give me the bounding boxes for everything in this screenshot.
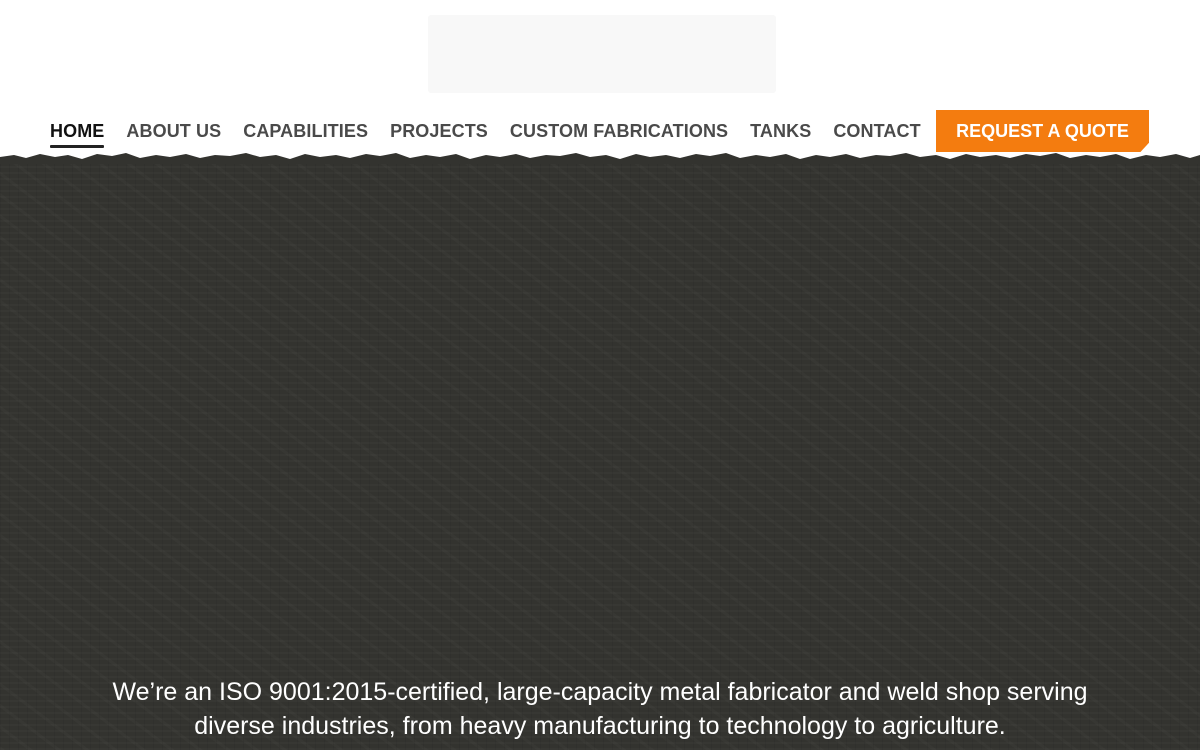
nav-item-about-us[interactable]: ABOUT US [126, 121, 221, 142]
nav-item-custom-fabrications[interactable]: CUSTOM FABRICATIONS [510, 121, 728, 142]
hero-section: We’re an ISO 9001:2015-certified, large-… [0, 157, 1200, 750]
main-nav: HOME ABOUT US CAPABILITIES PROJECTS CUST… [50, 110, 943, 152]
company-logo[interactable] [428, 15, 776, 93]
nav-item-contact[interactable]: CONTACT [833, 121, 920, 142]
nav-item-home[interactable]: HOME [50, 121, 105, 148]
site-header: HOME ABOUT US CAPABILITIES PROJECTS CUST… [0, 0, 1200, 160]
torn-edge-divider [0, 153, 1200, 164]
page: HOME ABOUT US CAPABILITIES PROJECTS CUST… [0, 0, 1200, 750]
nav-item-capabilities[interactable]: CAPABILITIES [243, 121, 368, 142]
nav-item-projects[interactable]: PROJECTS [390, 121, 488, 142]
request-quote-button[interactable]: REQUEST A QUOTE [936, 110, 1149, 152]
hero-tagline: We’re an ISO 9001:2015-certified, large-… [112, 678, 1088, 740]
nav-item-tanks[interactable]: TANKS [750, 121, 811, 142]
